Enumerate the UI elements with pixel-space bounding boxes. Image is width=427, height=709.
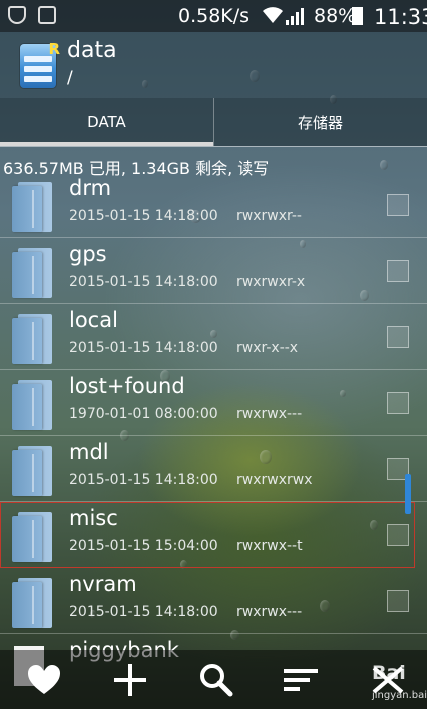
list-item[interactable]: mdl 2015-01-15 14:18:00 rwxrwxrwx <box>0 436 427 502</box>
file-name: local <box>69 308 118 332</box>
favorite-heart-icon[interactable] <box>24 662 64 698</box>
baidu-watermark: Bai <box>372 662 406 684</box>
battery-icon <box>352 7 363 25</box>
file-name: nvram <box>69 572 137 596</box>
file-name: drm <box>69 176 112 200</box>
add-plus-icon[interactable] <box>110 662 150 698</box>
file-date: 2015-01-15 15:04:00 <box>69 538 218 554</box>
select-checkbox[interactable] <box>387 524 409 546</box>
battery-percent: 88% <box>314 5 357 27</box>
file-date: 2015-01-15 14:18:00 <box>69 604 218 620</box>
list-item-selected[interactable]: misc 2015-01-15 15:04:00 rwxrwx--t <box>0 502 415 568</box>
list-item[interactable]: lost+found 1970-01-01 08:00:00 rwxrwx--- <box>0 370 427 436</box>
tab-data[interactable]: DATA <box>0 98 213 146</box>
sort-icon[interactable] <box>282 662 322 698</box>
tab-bar: DATA 存储器 <box>0 98 427 146</box>
file-name: lost+found <box>69 374 185 398</box>
file-date: 1970-01-01 08:00:00 <box>69 406 218 422</box>
select-checkbox[interactable] <box>387 590 409 612</box>
network-speed: 0.58K/s <box>178 5 250 27</box>
file-permissions: rwxr-x--x <box>236 340 299 356</box>
status-bar: 0.58K/s 88% 11:33 <box>0 0 427 32</box>
file-permissions: rwxrwxrwx <box>236 472 313 488</box>
file-permissions: rwxrwx--- <box>236 406 303 422</box>
wifi-icon <box>263 7 283 23</box>
list-item[interactable]: local 2015-01-15 14:18:00 rwxr-x--x <box>0 304 427 370</box>
clock: 11:33 <box>374 5 427 29</box>
tab-storage[interactable]: 存储器 <box>213 98 427 146</box>
select-checkbox[interactable] <box>387 392 409 414</box>
folder-icon <box>12 578 52 628</box>
file-list[interactable]: drm 2015-01-15 14:18:00 rwxrwxr-- gps 20… <box>0 172 427 686</box>
file-permissions: rwxrwxr-x <box>236 274 306 290</box>
select-checkbox[interactable] <box>387 194 409 216</box>
app-header: R data / <box>0 32 427 98</box>
shield-icon <box>8 6 26 24</box>
folder-icon <box>12 248 52 298</box>
file-name: mdl <box>69 440 109 464</box>
baidu-watermark-url: jingyan.baidu <box>372 690 427 701</box>
file-permissions: rwxrwx--t <box>236 538 303 554</box>
list-item[interactable]: gps 2015-01-15 14:18:00 rwxrwxr-x <box>0 238 427 304</box>
file-name: gps <box>69 242 107 266</box>
folder-icon <box>12 512 52 562</box>
file-permissions: rwxrwx--- <box>236 604 303 620</box>
scrollbar-thumb[interactable] <box>405 474 411 514</box>
search-icon[interactable] <box>196 662 236 698</box>
bottom-toolbar <box>0 650 427 709</box>
folder-icon <box>12 314 52 364</box>
image-icon <box>38 6 56 24</box>
select-checkbox[interactable] <box>387 326 409 348</box>
folder-icon <box>12 380 52 430</box>
folder-title: data <box>67 38 117 63</box>
folder-icon <box>12 446 52 496</box>
file-date: 2015-01-15 14:18:00 <box>69 274 218 290</box>
list-item[interactable]: nvram 2015-01-15 14:18:00 rwxrwx--- <box>0 568 427 634</box>
root-explorer-icon[interactable]: R <box>20 40 60 88</box>
signal-icon <box>286 7 304 25</box>
list-item[interactable]: drm 2015-01-15 14:18:00 rwxrwxr-- <box>0 172 427 238</box>
file-date: 2015-01-15 14:18:00 <box>69 208 218 224</box>
file-date: 2015-01-15 14:18:00 <box>69 472 218 488</box>
current-path: / <box>67 68 73 88</box>
file-permissions: rwxrwxr-- <box>236 208 302 224</box>
file-name: misc <box>69 506 118 530</box>
divider <box>0 146 427 147</box>
file-date: 2015-01-15 14:18:00 <box>69 340 218 356</box>
select-checkbox[interactable] <box>387 260 409 282</box>
folder-icon <box>12 182 52 232</box>
